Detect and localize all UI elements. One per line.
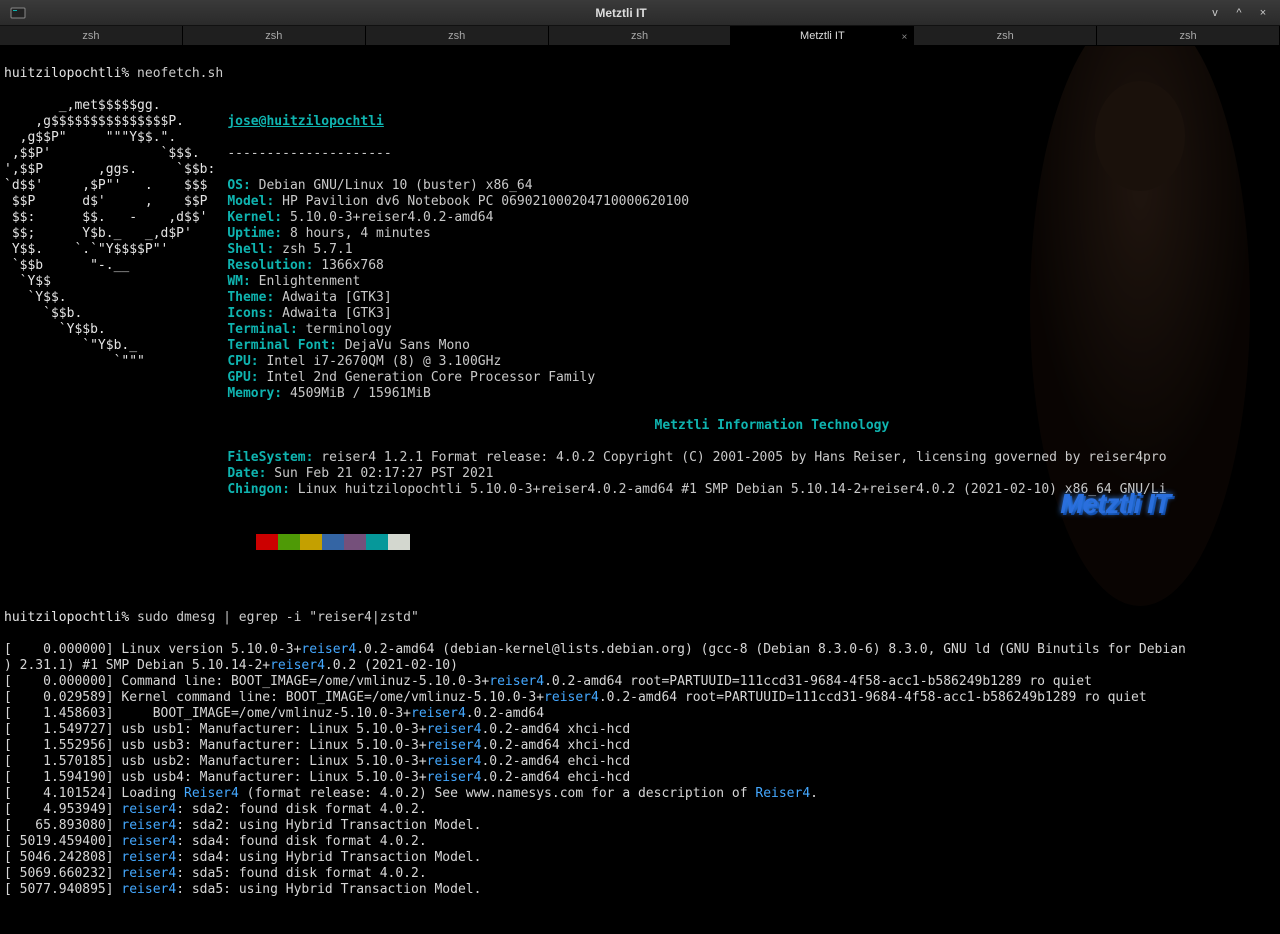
log-line: [ 1.570185] usb usb2: Manufacturer: Linu… xyxy=(4,754,1276,770)
info-line: CPU: Intel i7-2670QM (8) @ 3.100GHz xyxy=(227,354,1166,370)
info-line: WM: Enlightenment xyxy=(227,274,1166,290)
tab-6[interactable]: zsh xyxy=(1097,26,1280,45)
maximize-button[interactable]: ^ xyxy=(1230,4,1248,22)
ascii-logo: _,met$$$$$gg. ,g$$$$$$$$$$$$$$$P. ,g$$P"… xyxy=(4,98,215,514)
info-line: Kernel: 5.10.0-3+reiser4.0.2-amd64 xyxy=(227,210,1166,226)
prompt-cmd: neofetch.sh xyxy=(129,66,223,81)
log-line: [ 1.594190] usb usb4: Manufacturer: Linu… xyxy=(4,770,1276,786)
info-line: Terminal: terminology xyxy=(227,322,1166,338)
log-line: [ 5046.242808] reiser4: sda4: using Hybr… xyxy=(4,850,1276,866)
info-line: Terminal Font: DejaVu Sans Mono xyxy=(227,338,1166,354)
info-line: OS: Debian GNU/Linux 10 (buster) x86_64 xyxy=(227,178,1166,194)
log-line: [ 0.000000] Command line: BOOT_IMAGE=/om… xyxy=(4,674,1276,690)
info-line: Memory: 4509MiB / 15961MiB xyxy=(227,386,1166,402)
log-line: ) 2.31.1) #1 SMP Debian 5.10.14-2+reiser… xyxy=(4,658,1276,674)
color-swatch xyxy=(322,534,344,550)
color-swatch xyxy=(366,534,388,550)
window-title: Metztli IT xyxy=(36,6,1206,20)
minimize-button[interactable]: v xyxy=(1206,4,1224,22)
info-line: Shell: zsh 5.7.1 xyxy=(227,242,1166,258)
color-swatch xyxy=(256,534,278,550)
prompt-cmd: sudo dmesg | egrep -i "reiser4|zstd" xyxy=(129,610,419,625)
color-swatches xyxy=(256,534,1276,550)
log-line: [ 5069.660232] reiser4: sda5: found disk… xyxy=(4,866,1276,882)
log-line: [ 65.893080] reiser4: sda2: using Hybrid… xyxy=(4,818,1276,834)
color-swatch xyxy=(344,534,366,550)
log-line: [ 4.953949] reiser4: sda2: found disk fo… xyxy=(4,802,1276,818)
tab-2[interactable]: zsh xyxy=(366,26,549,45)
log-line: [ 4.101524] Loading Reiser4 (format rele… xyxy=(4,786,1276,802)
tab-close-icon[interactable]: × xyxy=(901,28,907,48)
log-line: [ 5077.940895] reiser4: sda5: using Hybr… xyxy=(4,882,1276,898)
terminal[interactable]: huitzilopochtli% neofetch.sh _,met$$$$$g… xyxy=(0,46,1280,934)
color-swatch xyxy=(278,534,300,550)
tab-3[interactable]: zsh xyxy=(549,26,732,45)
color-swatch xyxy=(388,534,410,550)
close-button[interactable]: × xyxy=(1254,4,1272,22)
log-line: [ 5019.459400] reiser4: sda4: found disk… xyxy=(4,834,1276,850)
prompt-host: huitzilopochtli% xyxy=(4,610,129,625)
info-line: Chingon: Linux huitzilopochtli 5.10.0-3+… xyxy=(227,482,1166,498)
brand-line: Metztli Information Technology xyxy=(227,418,1166,434)
tab-4[interactable]: Metztli IT× xyxy=(731,26,914,45)
info-line: Uptime: 8 hours, 4 minutes xyxy=(227,226,1166,242)
info-line: FileSystem: reiser4 1.2.1 Format release… xyxy=(227,450,1166,466)
log-line: [ 0.000000] Linux version 5.10.0-3+reise… xyxy=(4,642,1276,658)
info-line: Model: HP Pavilion dv6 Notebook PC 06902… xyxy=(227,194,1166,210)
log-line: [ 0.029589] Kernel command line: BOOT_IM… xyxy=(4,690,1276,706)
info-line: Date: Sun Feb 21 02:17:27 PST 2021 xyxy=(227,466,1166,482)
titlebar: Metztli IT v ^ × xyxy=(0,0,1280,26)
color-swatch xyxy=(300,534,322,550)
tabbar: zshzshzshzshMetztli IT×zshzsh xyxy=(0,26,1280,46)
userhost: jose@huitzilopochtli xyxy=(227,114,1166,130)
info-line: Resolution: 1366x768 xyxy=(227,258,1166,274)
info-line: Icons: Adwaita [GTK3] xyxy=(227,306,1166,322)
neofetch-info: jose@huitzilopochtli -------------------… xyxy=(227,98,1166,514)
separator: --------------------- xyxy=(227,146,1166,162)
tab-5[interactable]: zsh xyxy=(914,26,1097,45)
app-icon xyxy=(6,1,30,25)
log-line: [ 1.552956] usb usb3: Manufacturer: Linu… xyxy=(4,738,1276,754)
tab-0[interactable]: zsh xyxy=(0,26,183,45)
info-line: Theme: Adwaita [GTK3] xyxy=(227,290,1166,306)
prompt-host: huitzilopochtli% xyxy=(4,66,129,81)
tab-1[interactable]: zsh xyxy=(183,26,366,45)
info-line: GPU: Intel 2nd Generation Core Processor… xyxy=(227,370,1166,386)
log-line: [ 1.549727] usb usb1: Manufacturer: Linu… xyxy=(4,722,1276,738)
